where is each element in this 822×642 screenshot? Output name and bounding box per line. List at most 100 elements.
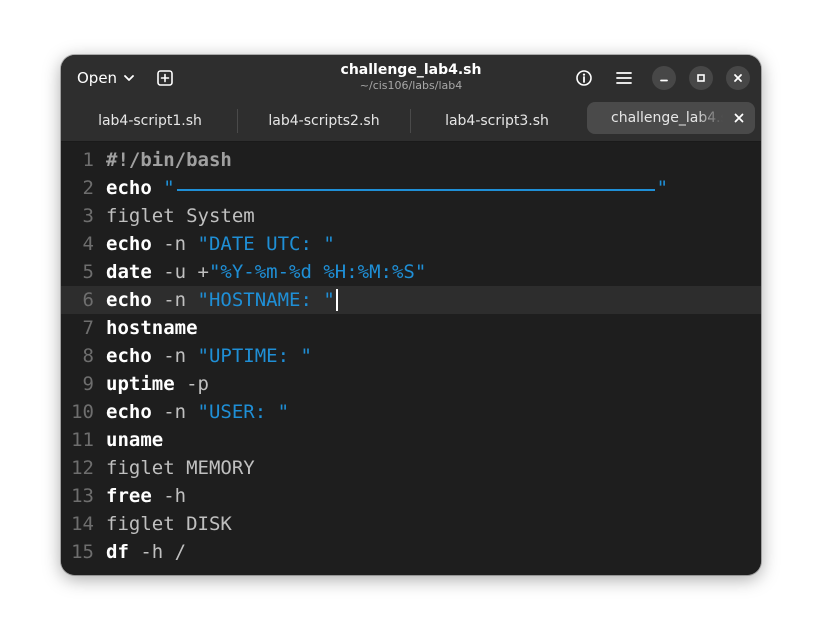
string-rule-line (176, 188, 655, 191)
code-editor[interactable]: 1 #!/bin/bash 2 echo " " 3 figlet System 4 echo … (61, 142, 761, 575)
code-token: -h (151, 485, 187, 507)
info-icon (576, 70, 592, 86)
code-line[interactable]: 6 echo -n "HOSTNAME: " (61, 286, 761, 314)
info-button[interactable] (572, 66, 596, 90)
code-text: uname (106, 426, 163, 454)
code-text: free -h (106, 482, 186, 510)
chevron-down-icon (124, 75, 134, 81)
code-text: figlet System (106, 202, 255, 230)
line-number: 3 (82, 205, 94, 227)
code-line[interactable]: 10 echo -n "USER: " (61, 398, 761, 426)
line-number: 7 (82, 317, 94, 339)
main-menu-button[interactable] (612, 66, 636, 90)
line-number: 6 (82, 289, 94, 311)
new-tab-button[interactable] (153, 66, 177, 90)
close-icon (734, 113, 744, 123)
code-token: -n (151, 233, 198, 255)
line-number: 10 (71, 401, 94, 423)
code-line[interactable]: 4 echo -n "DATE UTC: " (61, 230, 761, 258)
text-editor-window: Open challenge_lab4.sh ~/cis106/labs/lab… (61, 55, 761, 575)
code-token: figlet MEMORY (106, 457, 255, 479)
tab-challenge-lab4[interactable]: challenge_lab4.sh (587, 102, 755, 134)
new-tab-icon (157, 70, 173, 86)
code-token: -n (151, 289, 198, 311)
code-token: echo (106, 345, 152, 367)
code-text: figlet MEMORY (106, 454, 255, 482)
title-block: challenge_lab4.sh ~/cis106/labs/lab4 (261, 61, 561, 93)
code-token: -n (151, 345, 198, 367)
code-line[interactable]: 15 df -h / (61, 538, 761, 566)
text-cursor (335, 288, 338, 311)
code-text: echo -n "USER: " (106, 398, 289, 426)
line-number: 8 (82, 345, 94, 367)
code-token: #!/bin/bash (106, 149, 232, 171)
code-token: -u + (151, 261, 209, 283)
code-token: uname (106, 429, 164, 451)
code-text: df -h / (106, 538, 186, 566)
tab-label: lab4-script1.sh (98, 113, 202, 129)
code-token: df (106, 541, 129, 563)
code-token: echo (106, 177, 152, 199)
code-line[interactable]: 7 hostname (61, 314, 761, 342)
code-token: echo (106, 401, 152, 423)
line-number: 5 (82, 261, 94, 283)
tab-lab4-script1[interactable]: lab4-script1.sh (63, 101, 237, 141)
line-number: 13 (71, 485, 94, 507)
code-line[interactable]: 14 figlet DISK (61, 510, 761, 538)
open-button-label: Open (77, 69, 118, 87)
code-token: "%Y-%m-%d %H:%M:%S" (208, 261, 427, 283)
maximize-button[interactable] (689, 66, 713, 90)
code-token: echo (106, 233, 152, 255)
code-token: "HOSTNAME: " (197, 289, 335, 311)
line-number: 11 (71, 429, 94, 451)
open-button[interactable]: Open (69, 64, 143, 92)
code-line[interactable]: 2 echo " " (61, 174, 761, 202)
code-line[interactable]: 9 uptime -p (61, 370, 761, 398)
code-token: uptime (106, 373, 175, 395)
code-text: uptime -p (106, 370, 209, 398)
code-token: -n (151, 401, 198, 423)
tab-lab4-scripts2[interactable]: lab4-scripts2.sh (238, 101, 410, 141)
line-number: 14 (71, 513, 94, 535)
code-text: echo " " (106, 174, 668, 202)
code-token: " (656, 177, 669, 199)
code-line[interactable]: 1 #!/bin/bash (61, 146, 761, 174)
code-text: echo -n "HOSTNAME: " (106, 286, 338, 314)
line-number: 2 (82, 177, 94, 199)
header-bar: Open challenge_lab4.sh ~/cis106/labs/lab… (61, 55, 761, 101)
tab-bar: lab4-script1.sh lab4-scripts2.sh lab4-sc… (61, 101, 761, 142)
code-token: date (106, 261, 152, 283)
code-line[interactable]: 11 uname (61, 426, 761, 454)
minimize-button[interactable] (652, 66, 676, 90)
code-text: figlet DISK (106, 510, 232, 538)
code-token: " (163, 177, 175, 199)
code-text: hostname (106, 314, 198, 342)
minimize-icon (660, 79, 668, 82)
code-token: "DATE UTC: " (197, 233, 335, 255)
tab-label: challenge_lab4.sh (611, 110, 723, 126)
close-button[interactable] (726, 66, 750, 90)
code-line[interactable]: 3 figlet System (61, 202, 761, 230)
code-token: figlet DISK (106, 513, 232, 535)
line-number: 12 (71, 457, 94, 479)
close-icon (734, 74, 742, 82)
window-subtitle: ~/cis106/labs/lab4 (359, 79, 463, 92)
code-token: "UPTIME: " (197, 345, 312, 367)
code-token: -p (174, 373, 209, 395)
code-line[interactable]: 8 echo -n "UPTIME: " (61, 342, 761, 370)
code-line[interactable]: 5 date -u +"%Y-%m-%d %H:%M:%S" (61, 258, 761, 286)
code-token: free (106, 485, 152, 507)
code-line[interactable]: 12 figlet MEMORY (61, 454, 761, 482)
tab-close-button[interactable] (731, 110, 747, 126)
code-token: echo (106, 289, 152, 311)
tab-lab4-script3[interactable]: lab4-script3.sh (411, 101, 583, 141)
code-token: "USER: " (197, 401, 290, 423)
line-number: 9 (82, 373, 94, 395)
code-text: echo -n "DATE UTC: " (106, 230, 335, 258)
tab-label: lab4-script3.sh (445, 113, 549, 129)
code-text: #!/bin/bash (106, 146, 232, 174)
maximize-icon (697, 74, 705, 82)
line-number: 1 (82, 149, 94, 171)
code-line[interactable]: 13 free -h (61, 482, 761, 510)
